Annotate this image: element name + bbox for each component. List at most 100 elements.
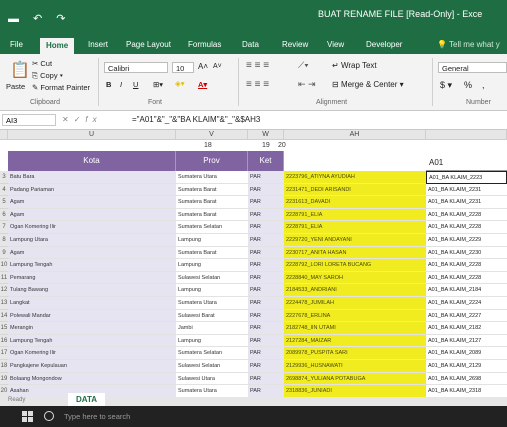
cell-prov[interactable]: Jambi (176, 322, 248, 335)
row-number[interactable]: 10 (0, 259, 8, 272)
cell-ai-result[interactable]: A01_BA KLAIM_2184 (426, 284, 507, 297)
cell-ah-name[interactable]: 2228791_ELIA (284, 208, 426, 222)
cell-ai-result[interactable]: A01_BA KLAIM_2228 (426, 221, 507, 234)
font-name-select[interactable]: Calibri (104, 62, 168, 73)
cell-ah-name[interactable]: 2184533_ANDRIANI (284, 284, 426, 297)
cell-ah-name[interactable]: 2127284_MAIZAR (284, 334, 426, 348)
select-all-corner[interactable] (0, 130, 8, 140)
percent-button[interactable]: % (464, 80, 472, 90)
cell-prov[interactable]: Sumatera Selatan (176, 347, 248, 360)
tell-me-box[interactable]: 💡 Tell me what y (437, 40, 500, 49)
cell-prov[interactable]: Sulawesi Barat (176, 310, 248, 323)
cell-ah-name[interactable]: 2228840_MAY SAROH (284, 271, 426, 285)
cell-ket[interactable]: PAR (248, 271, 284, 285)
col-header-ai[interactable] (426, 130, 507, 140)
cell-ah-name[interactable]: 2231471_DEDI ARISANDI (284, 183, 426, 197)
cell-ai-result[interactable]: A01_BA KLAIM_2224 (426, 297, 507, 310)
comma-style-button[interactable]: , (482, 80, 485, 90)
col-header-u[interactable]: U (8, 130, 176, 140)
cell-kota[interactable]: Lampung Tengah (8, 259, 176, 272)
row-number[interactable]: 20 (0, 385, 8, 397)
font-size-select[interactable]: 10 (172, 62, 194, 73)
borders-icon[interactable]: ⊞▾ (153, 80, 163, 89)
tab-review[interactable]: Review (282, 40, 308, 49)
save-icon[interactable]: ▬ (8, 13, 33, 25)
cell-ket[interactable]: PAR (248, 297, 284, 310)
tab-data[interactable]: Data (242, 40, 259, 49)
cell-kota[interactable]: Agam (8, 196, 176, 209)
cell-prov[interactable]: Sumatera Selatan (176, 221, 248, 234)
row-number[interactable]: 17 (0, 347, 8, 360)
align-top-icon[interactable]: ≡ ≡ ≡ (246, 60, 269, 71)
cell-kota[interactable]: Pangkajene Kepulauan (8, 360, 176, 373)
shrink-font-button[interactable]: A˅ (213, 63, 222, 70)
grow-font-button[interactable]: A˄ (198, 62, 208, 71)
cell-ah-name[interactable]: 2318836_JUNIADI (284, 385, 426, 397)
name-box[interactable]: AI3 (2, 114, 56, 126)
cell-ah-name[interactable]: 2223796_ATIYNA AYUDIAH (284, 171, 426, 184)
row-number[interactable]: 12 (0, 284, 8, 297)
fx-icon[interactable]: fx (85, 115, 101, 124)
cell-ket[interactable]: PAR (248, 372, 284, 386)
orientation-icon[interactable]: ⟋▾ (298, 60, 309, 71)
cell-ah-name[interactable]: 2227678_ERLINA (284, 309, 426, 323)
cell-kota[interactable]: Batu Bara (8, 171, 176, 184)
tab-developer[interactable]: Developer (366, 40, 402, 49)
cell-ket[interactable]: PAR (248, 234, 284, 247)
cell-ah-name[interactable]: 2089978_PUSPITA SARI (284, 347, 426, 360)
paste-icon[interactable]: 📋 (10, 60, 30, 80)
cell-ket[interactable]: PAR (248, 360, 284, 373)
cell-ket[interactable]: PAR (248, 347, 284, 360)
align-left-icon[interactable]: ≡ ≡ ≡ (246, 79, 269, 90)
cell-kota[interactable]: Padang Pariaman (8, 183, 176, 197)
row-number[interactable]: 4 (0, 183, 8, 197)
cell-prov[interactable]: Sulawesi Selatan (176, 272, 248, 285)
cell-ai-result[interactable]: A01_BA KLAIM_2698 (426, 373, 507, 386)
cell-ah-name[interactable]: 2224478_JUMILAH (284, 297, 426, 310)
cell-prov[interactable]: Sumatera Utara (176, 297, 248, 310)
windows-start-icon[interactable] (22, 411, 33, 422)
cell-ai-result[interactable]: A01_BA KLAIM_2318 (426, 385, 507, 397)
cut-button[interactable]: ✂ Cut (32, 59, 52, 68)
underline-button[interactable]: U (133, 80, 138, 89)
row-number[interactable]: 6 (0, 208, 8, 222)
cell-ai-result[interactable]: A01_BA KLAIM_2182 (426, 322, 507, 335)
cell-prov[interactable]: Sumatera Barat (176, 247, 248, 260)
cell-prov[interactable]: Sumatera Barat (176, 196, 248, 209)
cell-ket[interactable]: PAR (248, 208, 284, 222)
font-color-button[interactable]: A▾ (198, 80, 207, 89)
tab-file[interactable]: File (10, 40, 23, 49)
cell-ah-name[interactable]: 2182748_IIN UTAMI (284, 322, 426, 335)
cell-prov[interactable]: Lampung (176, 335, 248, 348)
cell-ah-name[interactable]: 2698874_YULIANA POTABUGA (284, 372, 426, 386)
cell-ah-name[interactable]: 2229720_YENI ANDAYANI (284, 234, 426, 247)
cancel-icon[interactable]: ✕ (62, 115, 74, 124)
cell-ai-result[interactable]: A01_BA KLAIM_2089 (426, 347, 507, 360)
cell-ai-result[interactable]: A01_BA KLAIM_2228 (426, 259, 507, 272)
col-header-w[interactable]: W (248, 130, 284, 140)
cell-ai-result[interactable]: A01_BA KLAIM_2230 (426, 247, 507, 260)
undo-icon[interactable]: ↶ (33, 13, 56, 25)
cell-ai-result[interactable]: A01_BA KLAIM_2231 (426, 196, 507, 209)
cell-kota[interactable]: Ogan Komering Ilir (8, 221, 176, 234)
cell-ai-result[interactable]: A01_BA KLAIM_2229 (426, 234, 507, 247)
row-number[interactable]: 18 (0, 360, 8, 373)
cell-ket[interactable]: PAR (248, 322, 284, 335)
row-number[interactable]: 15 (0, 322, 8, 335)
worksheet-grid[interactable]: U V W AH 18 19 20 Kota Prov Ket A01 3 Bat… (0, 130, 507, 397)
row-number[interactable]: 3 (0, 171, 8, 184)
cell-kota[interactable]: Agam (8, 246, 176, 260)
tab-insert[interactable]: Insert (88, 40, 108, 49)
cell-prov[interactable]: Sumatera Utara (176, 385, 248, 397)
copy-button[interactable]: ⎘ Copy ▾ (32, 71, 63, 81)
indent-icon[interactable]: ⇤ ⇥ (298, 79, 316, 90)
cell-kota[interactable]: Langkat (8, 297, 176, 310)
cell-kota[interactable]: Pemarang (8, 271, 176, 285)
col-header-ah[interactable]: AH (284, 130, 426, 140)
cell-ket[interactable]: PAR (248, 309, 284, 323)
row-number[interactable]: 13 (0, 297, 8, 310)
cell-prov[interactable]: Sulawesi Utara (176, 373, 248, 386)
cell-prov[interactable]: Lampung (176, 259, 248, 272)
cell-prov[interactable]: Sumatera Barat (176, 184, 248, 197)
formula-input[interactable]: ="A01"&"_"&"BA KLAIM"&"_"&$AH3 (132, 115, 260, 124)
